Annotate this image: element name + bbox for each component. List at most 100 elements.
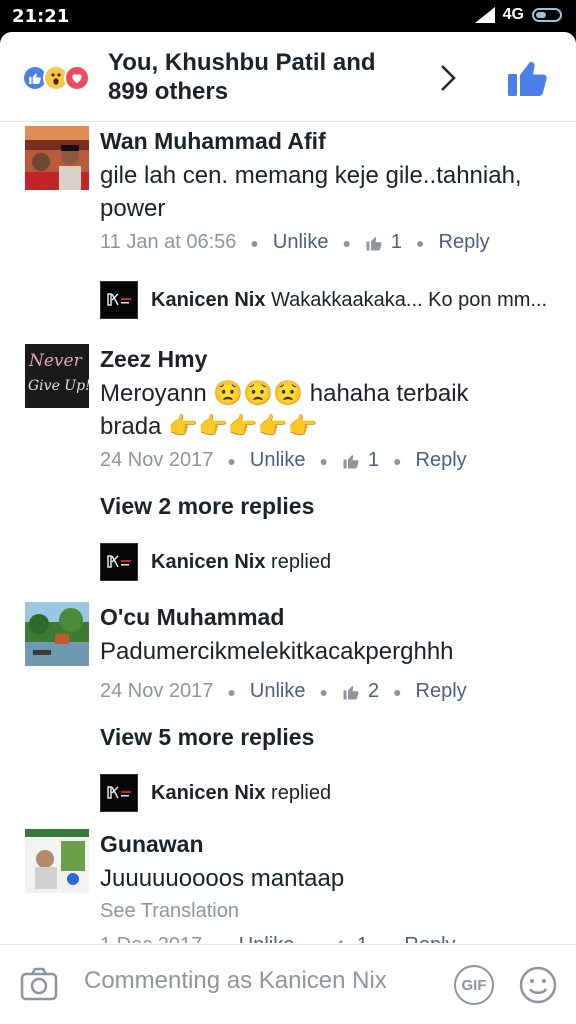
separator-dot: ● xyxy=(416,234,425,251)
comment-author[interactable]: O'cu Muhammad xyxy=(100,604,284,631)
like-button[interactable] xyxy=(506,58,550,98)
comment-text: Padumercikmelekitkacakperghhh xyxy=(100,638,454,665)
unlike-button[interactable]: Unlike xyxy=(250,680,306,703)
thumbs-up-icon xyxy=(337,939,343,943)
separator-dot: ● xyxy=(227,452,236,469)
love-reaction-icon xyxy=(64,65,90,91)
network-label: 4G xyxy=(502,6,524,23)
reply-snippet: replied xyxy=(271,550,332,573)
camera-icon[interactable] xyxy=(20,965,58,1003)
like-count[interactable]: 1 xyxy=(331,934,368,943)
reactions-sheet: You, Khushbu Patil and 899 others Wan Mu… xyxy=(0,32,576,1024)
pointing-hand-icon: 👉 xyxy=(287,413,318,440)
comment-input[interactable]: Commenting as Kanicen Nix xyxy=(84,967,387,995)
sad-emoji-icon: 😟 xyxy=(213,380,244,407)
pointing-hand-icon: 👉 xyxy=(257,413,288,440)
comment-time: 1 Dec 2017 xyxy=(100,934,202,943)
separator-dot: ● xyxy=(393,683,402,700)
reply-button[interactable]: Reply xyxy=(439,231,490,254)
svg-text:Never: Never xyxy=(28,351,83,371)
status-time: 21:21 xyxy=(12,6,70,27)
comment-text: Meroyann 😟😟😟 hahaha terbaik brada 👉👉👉👉👉 xyxy=(100,377,560,443)
comment-text-part: Meroyann xyxy=(100,380,207,407)
sad-emoji-icon: 😟 xyxy=(243,380,274,407)
separator-dot: ● xyxy=(319,683,328,700)
comment-author[interactable]: Gunawan xyxy=(100,831,204,858)
battery-icon xyxy=(532,8,562,22)
reply-preview[interactable]: Kanicen Nix Wakakkaakaka... Ko pon mm... xyxy=(100,281,547,319)
see-translation-link[interactable]: See Translation xyxy=(100,900,239,923)
comment-text-part: hahaha terbaik xyxy=(309,380,469,407)
separator-dot: ● xyxy=(227,683,236,700)
reply-preview[interactable]: Kanicen Nix replied xyxy=(100,543,331,581)
reactions-summary: You, Khushbu Patil and 899 others xyxy=(108,49,376,105)
comment-meta: 11 Jan at 06:56 ● Unlike ● 1 ● Reply xyxy=(100,231,490,254)
like-count-value: 1 xyxy=(367,449,380,471)
comment-text-part: brada xyxy=(100,413,162,440)
separator-dot: ● xyxy=(393,452,402,469)
status-icons: 4G xyxy=(474,6,562,24)
comment-author[interactable]: Zeez Hmy xyxy=(100,346,207,373)
status-bar: 21:21 4G xyxy=(0,0,576,32)
unlike-button[interactable]: Unlike xyxy=(273,231,329,254)
reply-author: Kanicen Nix xyxy=(151,781,266,804)
reply-preview-text: Kanicen Nix replied xyxy=(151,551,331,574)
pointing-hand-icon: 👉 xyxy=(197,413,228,440)
reply-snippet: replied xyxy=(271,781,332,804)
avatar[interactable] xyxy=(25,126,89,190)
reply-avatar xyxy=(100,774,138,812)
comment-time: 24 Nov 2017 xyxy=(100,680,214,702)
chevron-right-icon[interactable] xyxy=(436,62,460,94)
comment-composer: Commenting as Kanicen Nix GIF xyxy=(0,944,576,1024)
unlike-button[interactable]: Unlike xyxy=(239,934,295,943)
reply-preview-text: Kanicen Nix Wakakkaakaka... Ko pon mm... xyxy=(151,289,547,312)
unlike-button[interactable]: Unlike xyxy=(250,449,306,472)
comment-meta: 1 Dec 2017 ● Unlike ● 1 ● Reply xyxy=(100,934,456,943)
like-count-value: 2 xyxy=(367,680,380,702)
avatar[interactable]: Never Give Up! xyxy=(25,344,89,408)
comment-time: 11 Jan at 06:56 xyxy=(100,231,237,253)
reply-snippet: Wakakkaakaka... Ko pon mm... xyxy=(271,288,548,311)
comment-time: 24 Nov 2017 xyxy=(100,449,214,471)
comments-list[interactable]: Wan Muhammad Afif gile lah cen. memang k… xyxy=(0,123,576,943)
reply-button[interactable]: Reply xyxy=(416,680,467,703)
separator-dot: ● xyxy=(308,938,316,944)
like-count[interactable]: 2 xyxy=(342,680,379,703)
reply-author: Kanicen Nix xyxy=(151,550,266,573)
separator-dot: ● xyxy=(250,234,259,251)
like-count-value: 1 xyxy=(390,231,403,253)
like-count[interactable]: 1 xyxy=(342,449,379,472)
comment-meta: 24 Nov 2017 ● Unlike ● 1 ● Reply xyxy=(100,449,467,472)
separator-dot: ● xyxy=(319,452,328,469)
reply-preview[interactable]: Kanicen Nix replied xyxy=(100,774,331,812)
pointing-hand-icon: 👉 xyxy=(168,413,198,440)
svg-text:Give Up!: Give Up! xyxy=(28,378,89,394)
like-count-value: 1 xyxy=(357,934,368,943)
avatar[interactable] xyxy=(25,602,89,666)
like-count[interactable]: 1 xyxy=(365,231,402,254)
avatar[interactable] xyxy=(25,829,89,893)
separator-dot: ● xyxy=(342,234,351,251)
comment-text: Juuuuuoooos mantaap xyxy=(100,865,345,892)
thumbs-up-icon xyxy=(343,685,359,699)
reply-button[interactable]: Reply xyxy=(416,449,467,472)
comment-meta: 24 Nov 2017 ● Unlike ● 2 ● Reply xyxy=(100,680,467,703)
reaction-icons xyxy=(22,65,90,91)
comment-author[interactable]: Wan Muhammad Afif xyxy=(100,128,326,155)
separator-dot: ● xyxy=(382,938,390,944)
reply-button[interactable]: Reply xyxy=(404,934,455,943)
separator-dot: ● xyxy=(216,938,224,944)
sad-emoji-icon: 😟 xyxy=(273,380,304,407)
comment-text: gile lah cen. memang keje gile..tahniah,… xyxy=(100,162,522,222)
reply-avatar xyxy=(100,281,138,319)
gif-button[interactable]: GIF xyxy=(454,965,494,1005)
view-more-replies[interactable]: View 5 more replies xyxy=(100,724,314,751)
reply-preview-text: Kanicen Nix replied xyxy=(151,782,331,805)
pointing-hand-icon: 👉 xyxy=(227,413,258,440)
signal-icon xyxy=(474,7,495,23)
reactions-header[interactable]: You, Khushbu Patil and 899 others xyxy=(0,32,576,122)
view-more-replies[interactable]: View 2 more replies xyxy=(100,493,314,520)
emoji-icon[interactable] xyxy=(518,965,558,1005)
reply-avatar xyxy=(100,543,138,581)
thumbs-up-icon xyxy=(343,454,359,468)
